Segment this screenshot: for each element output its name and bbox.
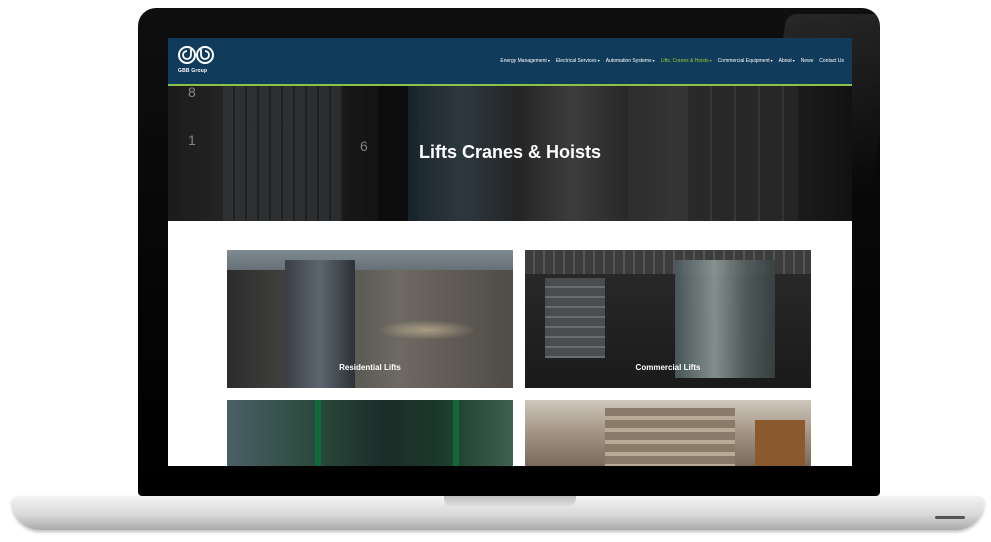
chevron-down-icon: ▾ <box>597 58 600 63</box>
card-lifts-4[interactable] <box>525 400 811 466</box>
card-lifts-3[interactable] <box>227 400 513 466</box>
nav-item-label: News <box>800 58 814 64</box>
nav-item-label: Lifts, Cranes & Hoists <box>660 58 709 64</box>
gbb-logo-icon <box>178 46 214 64</box>
chevron-down-icon: ▾ <box>770 58 773 63</box>
site-header: GBB Group Energy Management▾ Electrical S… <box>168 38 852 86</box>
card-photo-frame <box>315 400 321 466</box>
chevron-down-icon: ▾ <box>547 58 550 63</box>
card-label: Commercial Lifts <box>635 363 701 372</box>
nav-item-lifts-cranes-hoists[interactable]: Lifts, Cranes & Hoists▾ <box>661 58 712 64</box>
card-photo-frame <box>453 400 459 466</box>
hero-banner: 8 1 6 Lifts Cranes & Hoists <box>168 86 852 221</box>
nav-item-label: About <box>778 58 792 64</box>
card-commercial-lifts[interactable]: Commercial Lifts <box>525 250 811 388</box>
card-photo-shelves <box>545 278 605 358</box>
card-label: Residential Lifts <box>339 363 401 372</box>
laptop-screen: GBB Group Energy Management▾ Electrical S… <box>168 38 852 466</box>
site-logo[interactable]: GBB Group <box>178 44 214 78</box>
nav-item-news[interactable]: News <box>801 58 814 64</box>
nav-item-label: Electrical Services <box>555 58 597 64</box>
nav-item-commercial-equipment[interactable]: Commercial Equipment▾ <box>718 58 773 64</box>
logo-text: GBB Group <box>178 68 208 74</box>
page-title: Lifts Cranes & Hoists <box>418 142 602 162</box>
floor-number: 8 <box>188 86 196 100</box>
laptop-port <box>935 516 965 519</box>
nav-item-label: Commercial Equipment <box>717 58 770 64</box>
chevron-down-icon: ▾ <box>652 58 655 63</box>
card-residential-lifts[interactable]: Residential Lifts <box>227 250 513 388</box>
main-nav: Energy Management▾ Electrical Services▾ Au… <box>500 58 844 64</box>
card-photo-lights <box>377 320 477 340</box>
nav-item-electrical-services[interactable]: Electrical Services▾ <box>556 58 600 64</box>
nav-item-automation-systems[interactable]: Automation Systems▾ <box>606 58 655 64</box>
laptop-notch <box>444 496 576 508</box>
chevron-down-icon: ▾ <box>792 58 795 63</box>
nav-item-label: Automation Systems <box>605 58 652 64</box>
nav-item-label: Energy Management <box>500 58 547 64</box>
nav-item-contact-us[interactable]: Contact Us <box>819 58 844 64</box>
nav-item-energy-management[interactable]: Energy Management▾ <box>500 58 549 64</box>
chevron-down-icon: ▾ <box>709 58 712 63</box>
card-photo-table <box>755 420 805 466</box>
nav-item-about[interactable]: About▾ <box>779 58 795 64</box>
card-photo-glass-lift <box>675 260 775 378</box>
card-photo-stairs <box>605 408 735 466</box>
nav-item-label: Contact Us <box>819 58 844 64</box>
